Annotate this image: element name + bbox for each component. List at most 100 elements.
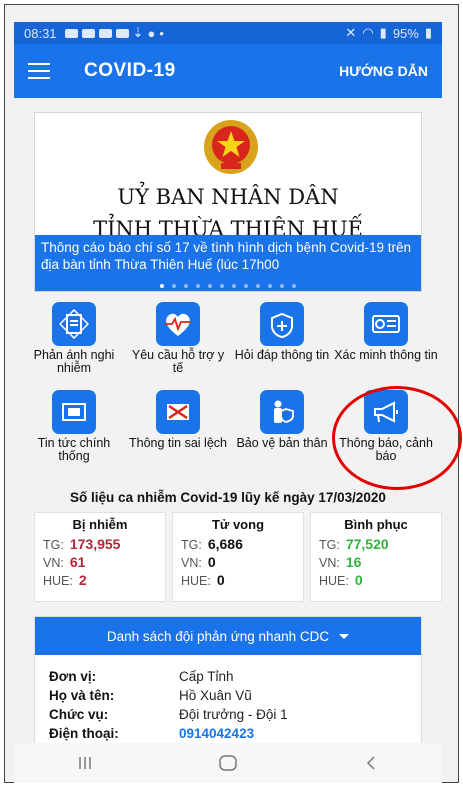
tile-label: Phản ánh nghi nhiễm [33,348,115,375]
tile-label: Hỏi đáp thông tin [234,348,330,362]
stat-row-world: TG: 77,520 [319,536,389,552]
carousel-dot[interactable] [160,284,164,288]
carousel-dot[interactable] [280,284,284,288]
stat-row-world: TG: 6,686 [181,536,243,552]
stat-card-infected: Bị nhiễm TG: 173,955 VN: 61 HUE: 2 [34,512,166,602]
tile-label: Bảo vệ bản thân [236,436,328,450]
phone-link[interactable]: 0914042423 [179,724,254,743]
national-emblem-icon [204,120,258,174]
megaphone-icon [364,390,408,434]
signal-icon: ▮ [379,25,387,40]
banner-caption[interactable]: Thông cáo báo chí số 17 về tình hình dịc… [35,235,421,291]
back-icon[interactable] [341,748,401,778]
more-dot-icon: • [159,25,164,41]
help-link[interactable]: HƯỚNG DẪN [339,63,428,79]
notification-icons: ⇣ ● • [64,25,164,41]
app-title: COVID-19 [84,60,176,81]
wifi-icon: ◠ [362,25,374,40]
report-document-icon [52,302,96,346]
carousel-dot[interactable] [268,284,272,288]
stat-row-vietnam: VN: 16 [319,554,362,570]
carousel-dot[interactable] [256,284,260,288]
stat-value: 173,955 [69,536,121,552]
tile-qa[interactable]: Hỏi đáp thông tin [230,302,334,362]
battery-icon: ▮ [424,25,432,40]
stat-row-world: TG: 173,955 [43,536,121,552]
cdc-row-name: Họ và tên: Hồ Xuân Vũ [49,688,252,703]
news-icon [52,390,96,434]
mute-icon: ✕ [345,25,357,40]
carousel-dot[interactable] [220,284,224,288]
status-bar: 08:31 ⇣ ● • ✕ ◠ ▮ 95% ▮ [14,22,442,44]
carousel-dot[interactable] [244,284,248,288]
tile-label: Yêu cầu hỗ trợ y tế [131,348,225,375]
notification-icon [81,28,95,38]
notification-icon [64,28,78,38]
cdc-team-dropdown[interactable]: Danh sách đội phản ứng nhanh CDC [35,617,421,655]
tile-label: Tin tức chính thống [37,436,111,463]
tile-self-protect[interactable]: Bảo vệ bản thân [230,390,334,450]
stat-value: 2 [78,572,87,588]
stat-value: 0 [354,572,363,588]
stat-header: Bình phục [344,517,408,532]
carousel-dot[interactable] [196,284,200,288]
carousel-dot[interactable] [184,284,188,288]
cdc-row-phone: Điện thoại: 0914042423 [49,724,255,743]
tile-label: Thông tin sai lệch [129,436,227,450]
cdc-row-role: Chức vụ: Đội trưởng - Đội 1 [49,707,288,722]
stat-row-hue: HUE: 0 [181,572,225,588]
stat-row-vietnam: VN: 61 [43,554,86,570]
sos-heartbeat-icon [156,302,200,346]
self-protect-icon [260,390,304,434]
stat-row-hue: HUE: 2 [43,572,87,588]
stat-value: 61 [69,554,86,570]
stat-header: Tử vong [211,517,265,532]
hamburger-menu-icon[interactable] [28,63,50,79]
stats-title: Số liệu ca nhiễm Covid-19 lũy kế ngày 17… [70,490,386,505]
tile-fake-news[interactable]: Thông tin sai lệch [126,390,230,450]
carousel-dot[interactable] [208,284,212,288]
tile-announcements[interactable]: Thông báo, cảnh báo [334,390,438,463]
sync-icon: ● [147,25,156,41]
news-carousel[interactable]: UỶ BAN NHÂN DÂN TỈNH THỪA THIÊN HUẾ Thôn… [34,112,422,292]
fake-news-icon [156,390,200,434]
carousel-indicator [35,284,421,288]
stat-value: 0 [207,554,216,570]
qa-shield-icon [260,302,304,346]
cdc-dropdown-label: Danh sách đội phản ứng nhanh CDC [106,628,330,644]
stat-header: Bị nhiễm [72,517,128,532]
main-content: UỶ BAN NHÂN DÂN TỈNH THỪA THIÊN HUẾ Thôn… [14,98,462,746]
stat-value: 16 [345,554,362,570]
banner-caption-text: Thông cáo báo chí số 17 về tình hình dịc… [41,240,411,272]
notification-icon [98,28,112,38]
notification-icon [115,28,129,38]
stat-row-hue: HUE: 0 [319,572,363,588]
verify-card-icon [364,302,408,346]
tile-verify-info[interactable]: Xác minh thông tin [334,302,438,362]
cdc-row-unit: Đơn vị: Cấp Tỉnh [49,669,234,684]
system-nav-bar [14,743,442,783]
download-icon: ⇣ [132,25,144,40]
tile-medical-support[interactable]: Yêu cầu hỗ trợ y tế [126,302,230,375]
status-time: 08:31 [24,25,57,41]
stat-value: 77,520 [345,536,389,552]
carousel-dot[interactable] [292,284,296,288]
stat-value: 6,686 [207,536,243,552]
home-icon[interactable] [198,748,258,778]
stat-card-recovered: Bình phục TG: 77,520 VN: 16 HUE: 0 [310,512,442,602]
banner-title-line1: UỶ BAN NHÂN DÂN [117,185,339,209]
carousel-dot[interactable] [172,284,176,288]
tile-label: Thông báo, cảnh báo [339,436,433,463]
battery-percent: 95% [392,25,419,41]
cdc-team-panel: Danh sách đội phản ứng nhanh CDC Đơn vị:… [34,616,422,746]
tile-official-news[interactable]: Tin tức chính thống [22,390,126,463]
stat-value: 0 [216,572,225,588]
carousel-dot[interactable] [232,284,236,288]
stat-row-vietnam: VN: 0 [181,554,216,570]
tile-report-suspected[interactable]: Phản ánh nghi nhiễm [22,302,126,375]
app-bar: COVID-19 HƯỚNG DẪN [14,44,442,98]
stat-card-deaths: Tử vong TG: 6,686 VN: 0 HUE: 0 [172,512,304,602]
tile-label: Xác minh thông tin [334,348,438,362]
caret-down-icon [339,633,350,639]
recent-apps-icon[interactable] [55,748,115,778]
